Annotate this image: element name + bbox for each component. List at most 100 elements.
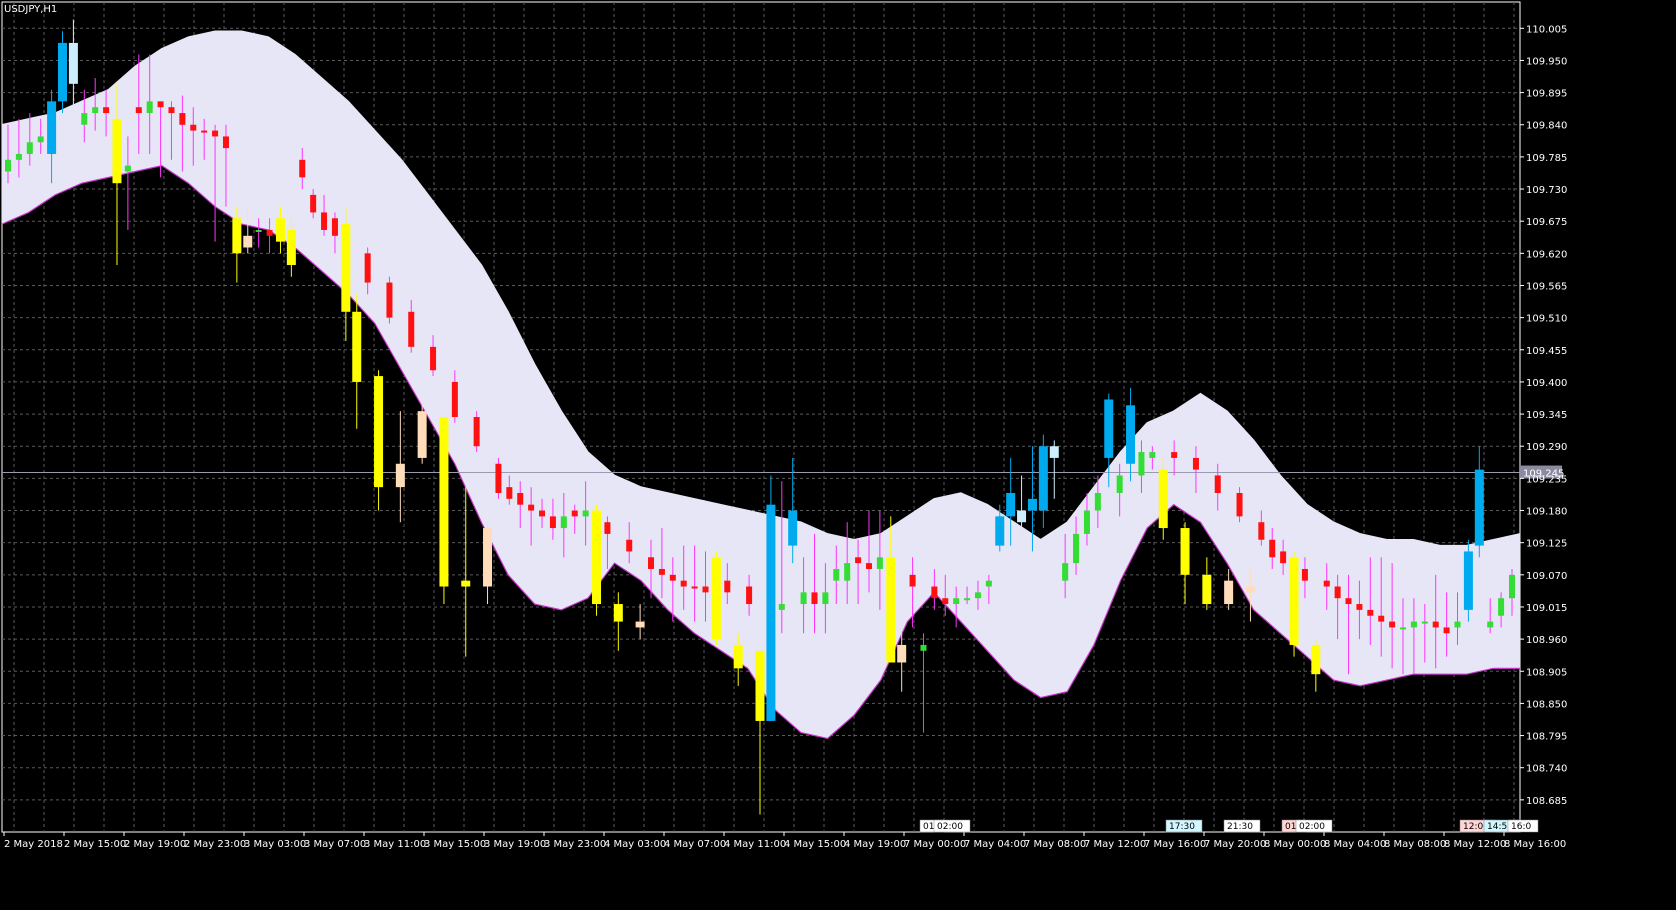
candle-body — [1171, 452, 1178, 458]
candle[interactable] — [1224, 568, 1234, 610]
x-tick-label: 7 May 04:00 — [964, 839, 1026, 850]
candle[interactable] — [1158, 457, 1168, 540]
x-tick-label: 7 May 08:00 — [1024, 839, 1086, 850]
candle[interactable] — [386, 276, 393, 324]
y-tick-label: 109.565 — [1526, 281, 1567, 292]
candle-body — [560, 516, 567, 529]
candle-body — [374, 376, 384, 488]
candle[interactable] — [1038, 434, 1048, 529]
candle-body — [897, 644, 907, 663]
candle-body — [1367, 609, 1374, 616]
candle-body — [724, 580, 731, 593]
candle-body — [1224, 580, 1234, 605]
candle-body — [1049, 446, 1059, 458]
candle-body — [822, 592, 829, 605]
candle[interactable] — [439, 417, 449, 605]
time-flag-label: 02:00 — [1299, 822, 1325, 832]
candle[interactable] — [766, 475, 776, 721]
candle[interactable] — [635, 604, 645, 640]
candle-body — [168, 107, 175, 114]
price-axis[interactable]: 110.005 109.950 109.895 109.840 109.785 109.7… — [1520, 24, 1567, 807]
candle-body — [1311, 644, 1321, 675]
candle-body — [352, 311, 362, 382]
candle-body — [766, 504, 776, 721]
price-chart[interactable]: 109.245 110.005 109.950 109.895 109.840 109.… — [0, 0, 1676, 910]
candle-body — [92, 107, 99, 114]
chart-symbol-title: USDJPY,H1 — [4, 4, 57, 15]
x-tick-label: 3 May 19:00 — [484, 839, 546, 850]
y-tick-label: 109.950 — [1526, 56, 1567, 67]
y-tick-label: 109.510 — [1526, 314, 1567, 325]
candle-body — [1094, 492, 1101, 511]
y-tick-label: 110.005 — [1526, 24, 1567, 35]
candle[interactable] — [417, 405, 427, 464]
candle-body — [711, 557, 721, 640]
candle[interactable] — [473, 411, 480, 453]
candle-body — [855, 557, 862, 564]
x-tick-label: 8 May 16:00 — [1504, 839, 1566, 850]
y-tick-label: 109.235 — [1526, 474, 1567, 485]
candle-body — [1062, 563, 1069, 581]
candle-body — [331, 218, 338, 236]
x-tick-label: 4 May 11:00 — [724, 839, 786, 850]
candle-body — [733, 644, 743, 669]
candle-body — [964, 598, 971, 601]
candle[interactable] — [1463, 539, 1473, 622]
candle-body — [5, 159, 11, 172]
y-tick-label: 109.290 — [1526, 442, 1567, 453]
candle[interactable] — [374, 370, 384, 511]
chart-window[interactable]: 109.245 110.005 109.950 109.895 109.840 109.… — [0, 0, 1676, 910]
candle-body — [430, 346, 437, 371]
candle[interactable] — [1202, 557, 1212, 610]
time-flag: 02:00 — [933, 819, 971, 833]
x-tick-label: 3 May 07:00 — [304, 839, 366, 850]
candle-body — [1017, 510, 1027, 523]
candle-body — [658, 568, 665, 575]
candle-body — [1400, 627, 1407, 630]
candle-body — [931, 586, 938, 599]
candle[interactable] — [395, 411, 405, 523]
y-tick-label: 109.345 — [1526, 410, 1567, 421]
candle[interactable] — [1474, 446, 1484, 558]
candle-body — [275, 218, 285, 242]
candle[interactable] — [352, 294, 362, 429]
candle-body — [179, 113, 186, 125]
candle[interactable] — [613, 592, 623, 651]
candle[interactable] — [1180, 522, 1190, 605]
candle[interactable] — [592, 504, 602, 616]
candle[interactable] — [483, 522, 493, 605]
candle-body — [1192, 457, 1199, 470]
y-tick-label: 108.905 — [1526, 667, 1567, 678]
candle[interactable] — [1049, 440, 1059, 499]
candle-body — [57, 42, 67, 102]
y-tick-label: 108.850 — [1526, 699, 1567, 710]
x-tick-label: 8 May 12:00 — [1444, 839, 1506, 850]
candle-body — [1245, 586, 1255, 593]
candle[interactable] — [920, 633, 927, 733]
candle-body — [1258, 522, 1265, 540]
candle-body — [1158, 469, 1168, 529]
candle-body — [1236, 492, 1243, 517]
x-tick-label: 2 May 23:00 — [184, 839, 246, 850]
candle-body — [1180, 528, 1190, 575]
y-tick-label: 109.070 — [1526, 571, 1567, 582]
candle[interactable] — [1311, 639, 1321, 692]
candle[interactable] — [461, 487, 471, 657]
candle-body — [1289, 557, 1299, 645]
candle[interactable] — [495, 457, 502, 499]
candle-body — [1301, 568, 1308, 581]
candle[interactable] — [711, 551, 721, 645]
candle[interactable] — [341, 206, 351, 342]
x-tick-label: 8 May 08:00 — [1384, 839, 1446, 850]
candle-body — [582, 510, 589, 517]
time-flag: 17:30 — [1165, 819, 1203, 833]
time-axis[interactable]: 2 May 2018 2 May 15:002 May 19:002 May 23… — [3, 832, 1566, 850]
candle[interactable] — [57, 31, 67, 114]
candle-body — [243, 235, 253, 248]
candle-body — [909, 574, 916, 587]
candle[interactable] — [755, 650, 765, 815]
candle-body — [112, 118, 122, 184]
candle-body — [1389, 621, 1396, 628]
candle[interactable] — [1289, 551, 1299, 657]
y-tick-label: 109.180 — [1526, 507, 1567, 518]
